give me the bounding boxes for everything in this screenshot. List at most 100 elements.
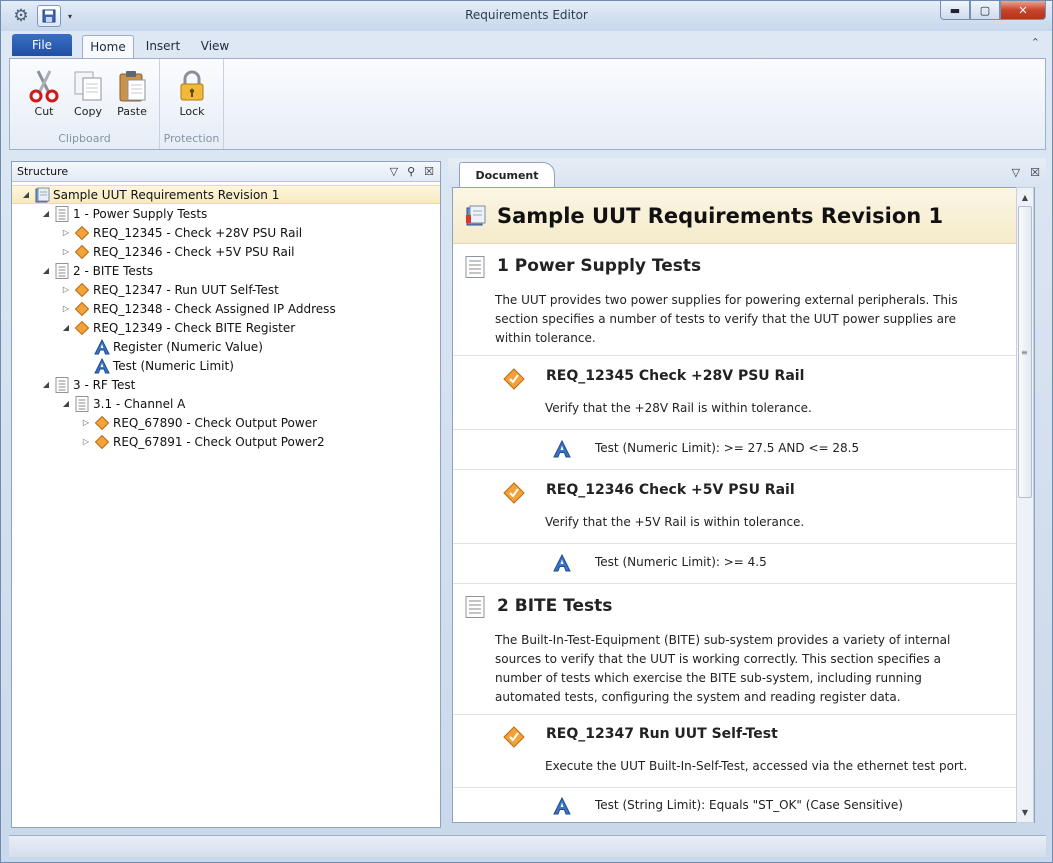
requirement-icon xyxy=(74,244,90,260)
scroll-down-icon[interactable]: ▼ xyxy=(1018,805,1032,820)
protection-group: Lock Protection xyxy=(160,59,224,149)
requirement-icon xyxy=(503,726,525,751)
tab-insert[interactable]: Insert xyxy=(140,35,186,58)
expand-arrow-icon[interactable]: ▷ xyxy=(80,418,92,427)
tree-item-requirement[interactable]: ▷ REQ_12345 - Check +28V PSU Rail xyxy=(12,223,440,242)
tree-item-label: 3.1 - Channel A xyxy=(93,396,186,411)
structure-panel-controls: ▽ ⚲ ☒ xyxy=(390,162,434,182)
document-icon xyxy=(465,256,485,281)
close-button[interactable]: ✕ xyxy=(1000,1,1046,20)
divider xyxy=(453,714,1017,715)
tree-item-requirement[interactable]: ▷ REQ_12347 - Run UUT Self-Test xyxy=(12,280,440,299)
document-header: Sample UUT Requirements Revision 1 xyxy=(453,188,1017,244)
test-icon xyxy=(94,357,110,374)
book-icon xyxy=(465,205,487,230)
tree-item-section[interactable]: ◢ 1 - Power Supply Tests xyxy=(12,204,440,223)
app-window: ⚙ ▾ Requirements Editor ▬ ▢ ✕ File Home … xyxy=(0,0,1053,863)
section-title: 2 BITE Tests xyxy=(497,596,613,616)
expand-arrow-icon[interactable]: ▷ xyxy=(60,228,72,237)
tree-item-label: REQ_67891 - Check Output Power2 xyxy=(113,434,325,449)
document-icon xyxy=(465,596,485,621)
requirement-icon xyxy=(74,301,90,317)
requirement-title: REQ_12346 Check +5V PSU Rail xyxy=(546,482,795,498)
tree-item-section[interactable]: ◢ 3.1 - Channel A xyxy=(12,394,440,413)
tree-item-test[interactable]: Register (Numeric Value) xyxy=(12,337,440,356)
structure-panel-header: Structure ▽ ⚲ ☒ xyxy=(12,162,440,182)
maximize-button[interactable]: ▢ xyxy=(970,1,1000,20)
document-view: Sample UUT Requirements Revision 1 1 Pow… xyxy=(452,187,1035,823)
tab-document[interactable]: Document xyxy=(459,162,555,189)
divider xyxy=(453,469,1017,470)
tree-item-requirement[interactable]: ▷ REQ_12348 - Check Assigned IP Address xyxy=(12,299,440,318)
requirement-description: Execute the UUT Built-In-Self-Test, acce… xyxy=(545,759,968,773)
test-icon xyxy=(553,553,571,575)
structure-panel: Structure ▽ ⚲ ☒ ◢ Sample UUT Requirement… xyxy=(11,161,441,828)
tree-item-requirement[interactable]: ▷ REQ_67890 - Check Output Power xyxy=(12,413,440,432)
cut-label: Cut xyxy=(34,105,54,118)
dropdown-icon[interactable]: ▽ xyxy=(390,162,398,182)
ribbon-body: Cut Copy Paste Clipboard Lock Protection xyxy=(9,58,1046,150)
document-icon xyxy=(54,205,70,222)
clipboard-group-label: Clipboard xyxy=(58,132,111,145)
document-scrollbar[interactable]: ▲ ≡ ▼ xyxy=(1016,187,1034,823)
section-description: The Built-In-Test-Equipment (BITE) sub-s… xyxy=(495,633,951,704)
tab-view[interactable]: View xyxy=(195,35,235,58)
test-description: Test (Numeric Limit): >= 4.5 xyxy=(595,555,767,569)
tab-home[interactable]: Home xyxy=(82,35,134,58)
expand-arrow-icon[interactable]: ▷ xyxy=(60,247,72,256)
divider xyxy=(453,787,1017,788)
tree-item-root[interactable]: ◢ Sample UUT Requirements Revision 1 xyxy=(12,185,440,204)
clipboard-group: Cut Copy Paste Clipboard xyxy=(10,59,160,149)
scroll-up-icon[interactable]: ▲ xyxy=(1018,190,1032,205)
requirement-description: Verify that the +28V Rail is within tole… xyxy=(545,401,812,415)
document-icon xyxy=(54,376,70,393)
tree-item-requirement[interactable]: ▷ REQ_67891 - Check Output Power2 xyxy=(12,432,440,451)
tree-item-label: 2 - BITE Tests xyxy=(73,263,153,278)
tree-item-section[interactable]: ◢ 3 - RF Test xyxy=(12,375,440,394)
scissors-icon xyxy=(24,67,64,105)
copy-button[interactable]: Copy xyxy=(68,67,108,118)
test-icon xyxy=(94,338,110,355)
tree-item-section[interactable]: ◢ 2 - BITE Tests xyxy=(12,261,440,280)
close-icon[interactable]: ☒ xyxy=(424,162,434,182)
minimize-button[interactable]: ▬ xyxy=(940,1,970,20)
file-tab[interactable]: File xyxy=(12,34,72,56)
tree-item-requirement[interactable]: ▷ REQ_12346 - Check +5V PSU Rail xyxy=(12,242,440,261)
collapse-arrow-icon[interactable]: ◢ xyxy=(40,209,52,218)
collapse-arrow-icon[interactable]: ◢ xyxy=(60,323,72,332)
collapse-arrow-icon[interactable]: ◢ xyxy=(40,380,52,389)
cut-button[interactable]: Cut xyxy=(24,67,64,118)
tree-item-requirement[interactable]: ◢ REQ_12349 - Check BITE Register xyxy=(12,318,440,337)
test-description: Test (Numeric Limit): >= 27.5 AND <= 28.… xyxy=(595,441,860,455)
expand-arrow-icon[interactable]: ▷ xyxy=(60,304,72,313)
lock-label: Lock xyxy=(179,105,205,118)
test-icon xyxy=(553,796,571,818)
structure-panel-title: Structure xyxy=(17,165,69,178)
dropdown-icon[interactable]: ▽ xyxy=(1012,166,1020,179)
structure-tree: ◢ Sample UUT Requirements Revision 1 ◢ 1… xyxy=(12,183,440,827)
ribbon-collapse-icon[interactable]: ⌃ xyxy=(1031,36,1040,49)
tree-item-test[interactable]: Test (Numeric Limit) xyxy=(12,356,440,375)
collapse-arrow-icon[interactable]: ◢ xyxy=(40,266,52,275)
collapse-arrow-icon[interactable]: ◢ xyxy=(20,190,32,199)
collapse-arrow-icon[interactable]: ◢ xyxy=(60,399,72,408)
window-controls: ▬ ▢ ✕ xyxy=(940,1,1046,20)
copy-label: Copy xyxy=(74,105,102,118)
requirement-icon xyxy=(503,368,525,393)
tree-item-label: Sample UUT Requirements Revision 1 xyxy=(53,187,280,202)
pin-icon[interactable]: ⚲ xyxy=(407,162,415,182)
window-title: Requirements Editor xyxy=(465,8,588,22)
expand-arrow-icon[interactable]: ▷ xyxy=(80,437,92,446)
requirement-icon xyxy=(94,434,110,450)
expand-arrow-icon[interactable]: ▷ xyxy=(60,285,72,294)
paste-button[interactable]: Paste xyxy=(112,67,152,118)
test-description: Test (String Limit): Equals "ST_OK" (Cas… xyxy=(595,798,903,812)
test-icon xyxy=(553,439,571,461)
divider xyxy=(453,355,1017,356)
tree-item-label: Test (Numeric Limit) xyxy=(113,358,234,373)
close-icon[interactable]: ☒ xyxy=(1030,166,1040,179)
document-icon xyxy=(54,262,70,279)
lock-button[interactable]: Lock xyxy=(172,67,212,118)
book-icon xyxy=(34,187,50,203)
divider xyxy=(453,429,1017,430)
